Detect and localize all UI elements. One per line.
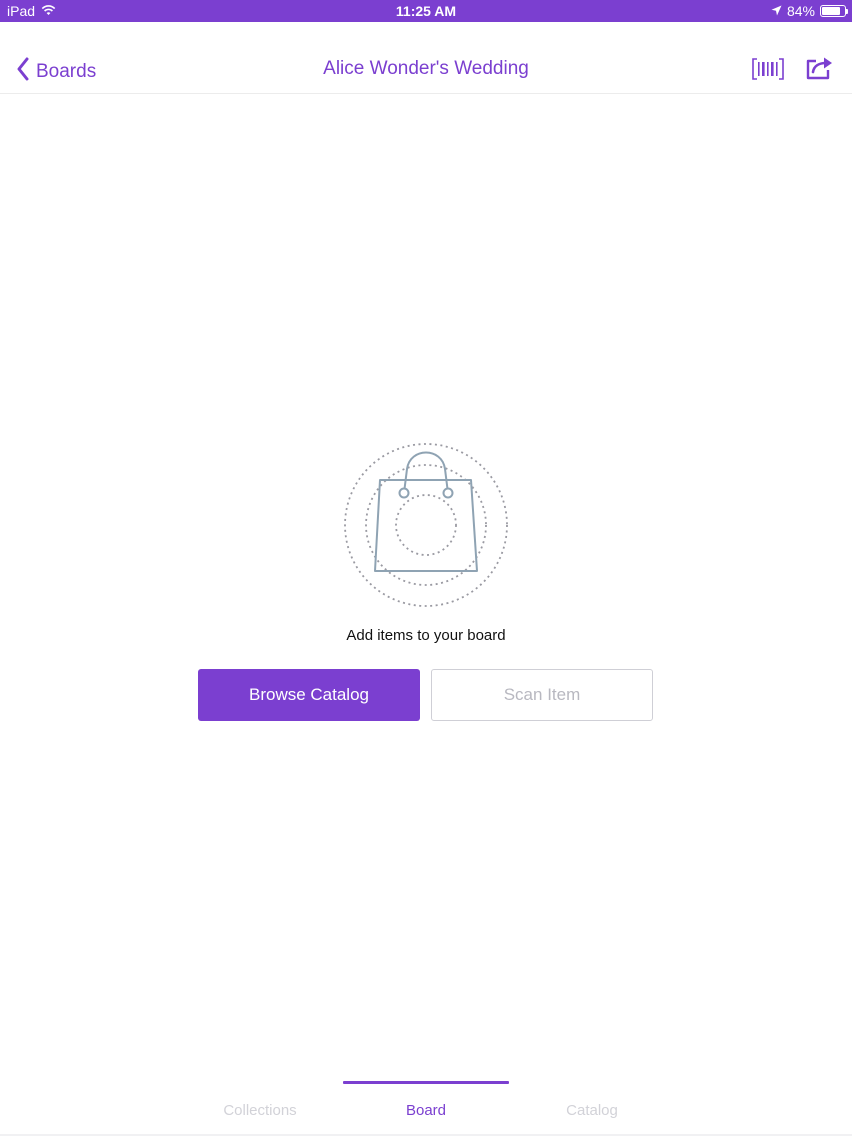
page-title: Alice Wonder's Wedding xyxy=(323,58,529,79)
barcode-icon xyxy=(752,58,784,84)
share-icon xyxy=(806,57,834,84)
back-button[interactable]: Boards xyxy=(16,57,96,87)
tab-catalog[interactable]: Catalog xyxy=(509,1102,675,1119)
scan-item-button[interactable]: Scan Item xyxy=(431,669,653,721)
location-arrow-icon xyxy=(771,3,782,19)
battery-percent: 84% xyxy=(786,3,815,19)
chevron-left-icon xyxy=(16,57,30,87)
status-bar: iPad 11:25 AM 84% xyxy=(0,0,852,22)
tab-collections[interactable]: Collections xyxy=(177,1102,343,1119)
barcode-button[interactable] xyxy=(752,58,784,85)
battery-icon xyxy=(820,5,848,17)
tab-bar: Collections Board Catalog xyxy=(0,1080,852,1136)
browse-catalog-button[interactable]: Browse Catalog xyxy=(198,669,420,721)
active-tab-indicator xyxy=(343,1081,509,1084)
share-button[interactable] xyxy=(806,56,834,85)
status-time: 11:25 AM xyxy=(395,3,457,19)
nav-bar: Alice Wonder's Wedding Boards xyxy=(0,22,852,94)
battery-fill xyxy=(822,7,840,15)
status-right: 84% xyxy=(771,3,848,19)
shopping-bag-icon xyxy=(344,443,508,607)
empty-board-illustration xyxy=(343,442,509,608)
back-label: Boards xyxy=(36,61,97,82)
empty-state-message: Add items to your board xyxy=(346,627,506,644)
tab-board[interactable]: Board xyxy=(343,1102,509,1119)
